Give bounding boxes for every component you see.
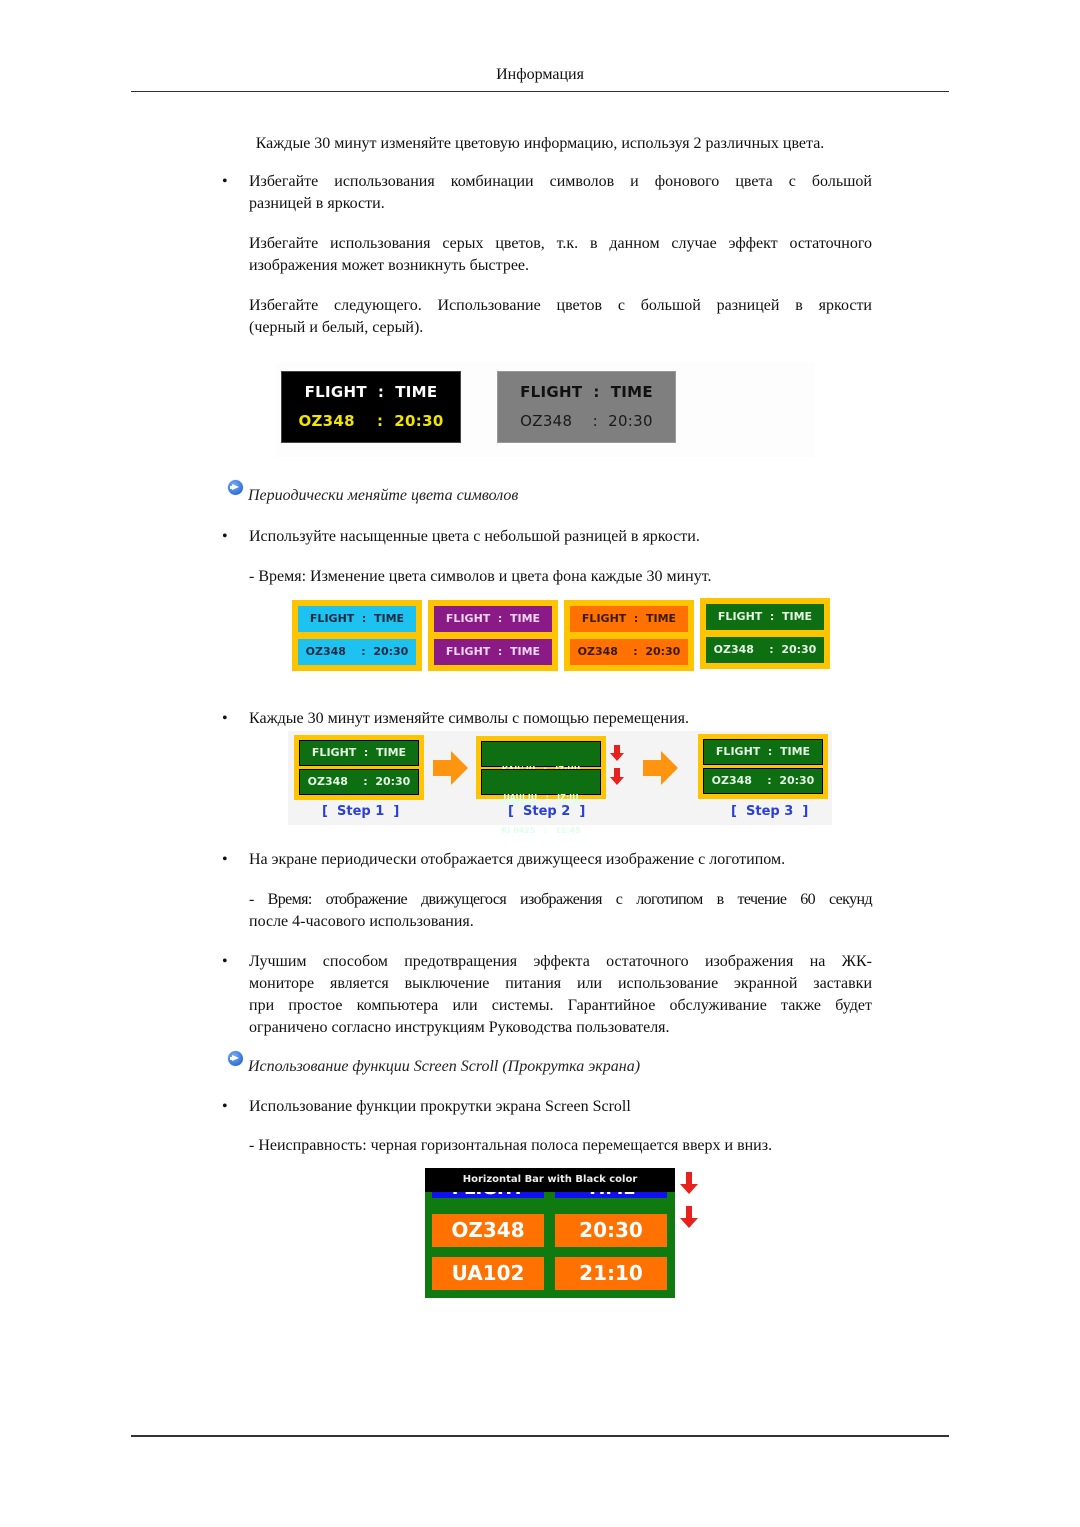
board-cell-time: 20:30	[555, 1214, 667, 1247]
arrow-right-icon-head	[661, 751, 678, 785]
black-horizontal-bar: Horizontal Bar with Black color	[425, 1168, 675, 1192]
panel-line-header: FLIGHT : TIME	[304, 383, 438, 401]
flight-panel-orange: FLIGHT : TIME OZ348 : 20:30	[564, 600, 694, 671]
flight-panel-black: FLIGHT : TIME OZ348 : 20:30	[281, 371, 461, 443]
flight-panel-gray: FLIGHT : TIME OZ348 : 20:30	[497, 371, 676, 443]
bullet-marker: •	[222, 953, 228, 970]
section2-bullet-text: Используйте насыщенные цвета с небольшой…	[249, 528, 700, 545]
section6-sub-text: - Неисправность: черная горизонтальная п…	[249, 1137, 773, 1154]
section1-bullet-line1: Избегайте использования комбинации симво…	[249, 173, 872, 190]
down-arrow-icon-head	[610, 777, 624, 785]
intro-paragraph: Каждые 30 минут изменяйте цветовую инфор…	[255, 135, 825, 152]
section5-line3: при простое компьютера или системы. Гара…	[249, 997, 872, 1014]
section5-line1: Лучшим способом предотвращения эффекта о…	[249, 953, 872, 970]
panel-cell-value: OZ348 : 20:30	[703, 768, 823, 794]
section1-bullet-line2: разницей в яркости.	[249, 195, 385, 212]
panel-cell-header: FLIGHT : TIME	[298, 606, 416, 632]
panel-cell-header: FLIGHT : TIME	[299, 740, 419, 766]
panel-cell-value: OZ348 : 20:30	[706, 637, 824, 663]
section1-para3-line2: (черный и белый, серый).	[249, 319, 424, 336]
panel-cell-value: FLIGHT : TIME	[434, 639, 552, 665]
bullet-marker: •	[222, 710, 228, 727]
panel-cell-header: FLIGHT : TIME	[570, 606, 688, 632]
flight-panel-purple: FLIGHT : TIME FLIGHT : TIME	[428, 600, 558, 671]
down-arrow-icon	[614, 745, 620, 753]
section1-para2-line1: Избегайте использования серых цветов, т.…	[249, 235, 872, 252]
bullet-marker: •	[222, 528, 228, 545]
panel-cell-header: FLIGHT : TIME	[434, 606, 552, 632]
bullet-marker: •	[222, 851, 228, 868]
section4-bullet-text: На экране периодически отображается движ…	[249, 851, 786, 868]
step2-panel: KAII/ IU : IZ:UU AAI0025 : 12:35 UAUI IU…	[476, 736, 606, 835]
scrambled-line: UAUI IU : IZ:JU	[503, 793, 579, 802]
step1-label: [ Step 1 ]	[322, 804, 400, 819]
bullet-marker: •	[222, 173, 228, 190]
section1-para2-line2: изображения может возникнуть быстрее.	[249, 257, 530, 274]
footer-divider	[131, 1435, 949, 1437]
section2-sub-text: - Время: Изменение цвета символов и цвет…	[249, 568, 712, 585]
panel-cell-header: FLIGHT : TIME	[703, 739, 823, 765]
arrow-right-icon-head	[451, 751, 468, 785]
panel-line-value: OZ348 : 20:30	[298, 412, 444, 430]
arrow-right-circle-icon	[228, 480, 243, 495]
board-cell-time: 21:10	[555, 1257, 667, 1290]
arrow-right-circle-icon	[228, 1051, 243, 1066]
step3-panel: FLIGHT : TIME OZ348 : 20:30	[698, 734, 828, 799]
down-arrow-icon-head	[680, 1218, 698, 1228]
step1-panel: FLIGHT : TIME OZ348 : 20:30	[294, 735, 424, 800]
section-heading-change-colors: Периодически меняйте цвета символов	[248, 487, 519, 504]
down-arrow-icon	[614, 768, 620, 777]
flight-panel-cyan: FLIGHT : TIME OZ348 : 20:30	[292, 600, 422, 671]
section1-para3-line1: Избегайте следующего. Использование цвет…	[249, 297, 872, 314]
board-cell-flight: OZ348	[432, 1214, 544, 1247]
section5-line4: ограничено согласно инструкциям Руководс…	[249, 1019, 670, 1036]
scrambled-line: KI 0425 : 12:45	[501, 826, 581, 835]
down-arrow-icon-head	[680, 1184, 698, 1194]
step3-label: [ Step 3 ]	[731, 804, 809, 819]
down-arrow-icon	[686, 1172, 692, 1184]
panel-line-value: OZ348 : 20:30	[520, 412, 653, 430]
panel-line-header: FLIGHT : TIME	[520, 383, 653, 401]
panel-cell-value: OZ348 : 20:30	[298, 639, 416, 665]
section3-bullet-text: Каждые 30 минут изменяйте символы с помо…	[249, 710, 690, 727]
page-header-title: Информация	[496, 66, 584, 83]
panel-cell-value: OZ348 : 20:30	[299, 769, 419, 795]
panel-cell-header: FLIGHT : TIME	[706, 604, 824, 630]
arrow-right-icon	[433, 760, 451, 776]
section4-sub-line2: после 4-часового использования.	[249, 913, 474, 930]
bullet-marker: •	[222, 1098, 228, 1115]
panel-cell-scrambled-bottom: UAUI IU : IZ:JU KI 0425 : 12:45	[481, 769, 601, 835]
section6-bullet-text: Использование функции прокрутки экрана S…	[249, 1098, 631, 1115]
down-arrow-icon-head	[610, 753, 624, 761]
panel-cell-scrambled-top: KAII/ IU : IZ:UU AAI0025 : 12:35	[481, 741, 601, 807]
arrow-right-icon	[643, 760, 661, 776]
section5-line2: мониторе является выключение питания или…	[249, 975, 872, 992]
panel-cell-value: OZ348 : 20:30	[570, 639, 688, 665]
section4-sub-line1: - Время: отображение движущегося изображ…	[249, 891, 873, 908]
down-arrow-icon	[686, 1206, 692, 1218]
section-heading-screen-scroll: Использование функции Screen Scroll (Про…	[248, 1058, 641, 1075]
step2-label: [ Step 2 ]	[508, 804, 586, 819]
flight-panel-green: FLIGHT : TIME OZ348 : 20:30	[700, 598, 830, 669]
board-cell-flight: UA102	[432, 1257, 544, 1290]
header-divider	[131, 91, 949, 92]
